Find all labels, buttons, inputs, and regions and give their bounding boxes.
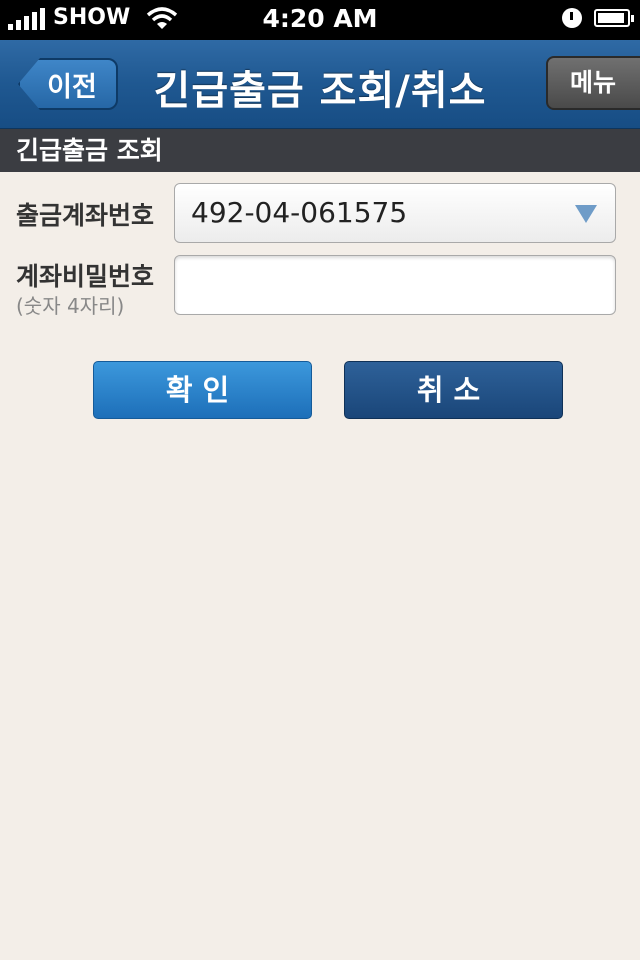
page-title: 긴급출금 조회/취소 xyxy=(153,68,487,114)
section-header: 긴급출금 조회 xyxy=(0,129,640,172)
status-right xyxy=(562,8,634,28)
account-select-value: 492-04-061575 xyxy=(191,196,408,229)
menu-button[interactable]: 메뉴 xyxy=(546,56,640,110)
password-label: 계좌비밀번호 xyxy=(16,262,155,291)
confirm-button[interactable]: 확인 xyxy=(93,361,312,419)
cancel-button[interactable]: 취소 xyxy=(344,361,563,419)
dropdown-arrow-icon xyxy=(575,205,597,223)
account-label: 출금계좌번호 xyxy=(16,201,155,230)
battery-icon xyxy=(594,9,634,27)
status-bar: SHOW 4:20 AM xyxy=(0,0,640,40)
navigation-bar: 이전 긴급출금 조회/취소 메뉴 xyxy=(0,40,640,129)
account-select[interactable]: 492-04-061575 xyxy=(174,183,616,243)
back-button[interactable]: 이전 xyxy=(18,58,118,110)
orientation-lock-icon xyxy=(562,8,582,28)
clock: 4:20 AM xyxy=(262,4,378,33)
password-input[interactable] xyxy=(174,255,616,315)
password-hint: (숫자 4자리) xyxy=(16,294,125,318)
